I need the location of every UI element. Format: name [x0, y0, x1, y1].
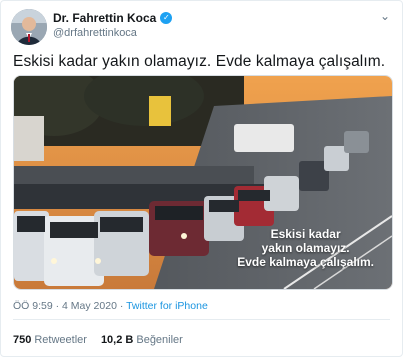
tweet-card: Dr. Fahrettin Koca ✓ @drfahrettinkoca ⌄ …	[0, 0, 403, 357]
tweet-date[interactable]: 4 May 2020	[62, 300, 117, 312]
tweet-time[interactable]: ÖÖ 9:59	[13, 300, 53, 312]
overlay-line: Evde kalmaya çalışalım.	[237, 255, 374, 269]
media-overlay-caption: Eskisi kadar yakın olamayız. Evde kalmay…	[237, 227, 374, 269]
author-display-name[interactable]: Dr. Fahrettin Koca	[53, 11, 156, 25]
divider	[13, 319, 390, 320]
engagement-stats: 750 Retweetler 10,2 B Beğeniler	[13, 334, 183, 346]
overlay-line: yakın olamayız.	[261, 241, 350, 255]
likes-label: Beğeniler	[136, 334, 183, 346]
meta-separator: ·	[55, 300, 60, 312]
likes-count: 10,2 B	[100, 334, 134, 346]
overlay-line: Eskisi kadar	[270, 227, 341, 241]
tweet-source-link[interactable]: Twitter for iPhone	[126, 300, 208, 312]
avatar-image	[11, 9, 47, 45]
tweet-text: Eskisi kadar yakın olamayız. Evde kalmay…	[13, 53, 386, 70]
retweets-label: Retweetler	[34, 334, 87, 346]
author-handle[interactable]: @drfahrettinkoca	[53, 27, 137, 39]
tweet-media-image[interactable]: Eskisi kadar yakın olamayız. Evde kalmay…	[13, 75, 393, 290]
meta-separator: ·	[119, 300, 124, 312]
tweet-timestamp-row: ÖÖ 9:59 · 4 May 2020 · Twitter for iPhon…	[13, 300, 208, 312]
avatar[interactable]	[11, 9, 47, 45]
chevron-down-icon[interactable]: ⌄	[380, 9, 390, 23]
retweets-count: 750	[13, 334, 32, 346]
verified-badge-icon: ✓	[160, 12, 173, 24]
likes-stat[interactable]: 10,2 B Beğeniler	[101, 334, 183, 346]
author-name-row: Dr. Fahrettin Koca ✓	[53, 11, 173, 25]
retweets-stat[interactable]: 750 Retweetler	[13, 334, 87, 346]
